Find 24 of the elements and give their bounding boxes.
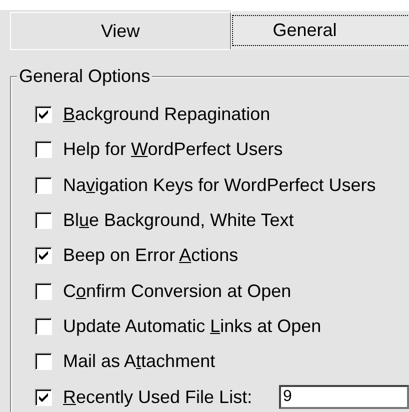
option-label[interactable]: Navigation Keys for WordPerfect Users [63,174,376,196]
option-label[interactable]: Blue Background, White Text [63,210,294,232]
checkbox[interactable] [35,318,52,335]
checkbox[interactable] [35,388,52,406]
checkbox[interactable] [35,141,52,158]
checkbox[interactable] [35,282,52,300]
option-label[interactable]: Recently Used File List: [63,386,252,408]
option-label[interactable]: Mail as Attachment [63,351,216,372]
option-label[interactable]: Background Repagination [63,104,270,126]
check-icon [38,250,49,262]
checkbox[interactable] [35,176,52,194]
tab[interactable]: General [230,10,409,50]
number-field[interactable]: 9 [279,385,409,410]
check-icon [38,392,49,403]
checkbox[interactable] [35,353,52,370]
checkbox[interactable] [35,247,52,264]
checkbox[interactable] [35,106,52,124]
option-label[interactable]: Update Automatic Links at Open [63,316,322,337]
tab[interactable]: View [10,12,231,50]
option-label[interactable]: Confirm Conversion at Open [63,280,292,302]
option-label[interactable]: Beep on Error Actions [63,245,238,266]
option-label[interactable]: Help for WordPerfect Users [63,139,283,160]
check-icon [38,109,49,120]
checkbox[interactable] [35,212,52,230]
